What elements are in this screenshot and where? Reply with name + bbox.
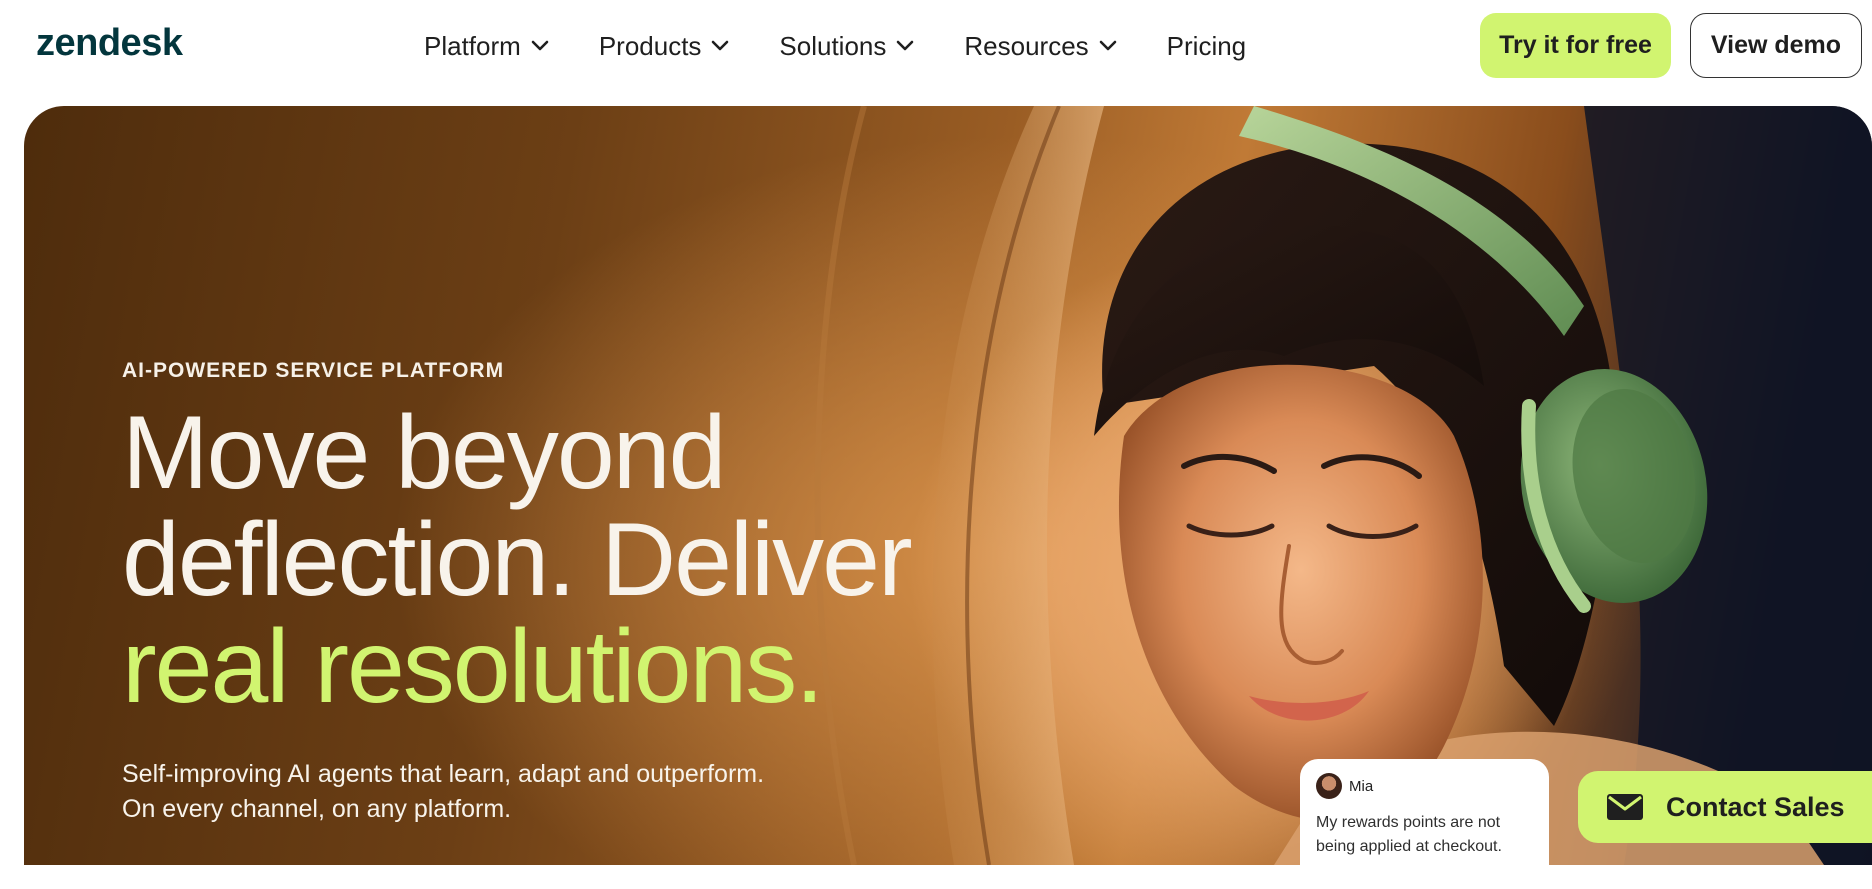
chat-message-line-2: being applied at checkout. <box>1316 838 1502 855</box>
headline-accent: real resolutions. <box>122 609 824 725</box>
nav-platform[interactable]: Platform <box>424 26 549 66</box>
zendesk-logo[interactable]: zendesk <box>36 20 183 66</box>
contact-sales-label: Contact Sales <box>1666 791 1845 822</box>
chevron-down-icon <box>531 40 549 51</box>
mail-icon <box>1607 794 1643 820</box>
nav-solutions-label: Solutions <box>779 31 887 61</box>
chat-message: My rewards points are not being applied … <box>1316 811 1533 859</box>
chat-preview-card: Mia My rewards points are not being appl… <box>1300 759 1549 889</box>
hero-headline: Move beyond deflection. Deliver real res… <box>122 400 1022 721</box>
nav-resources-label: Resources <box>964 31 1089 61</box>
subcopy-line-1: Self-improving AI agents that learn, ada… <box>122 760 765 788</box>
hero-subcopy: Self-improving AI agents that learn, ada… <box>122 757 1022 827</box>
chevron-down-icon <box>712 40 729 51</box>
view-demo-button[interactable]: View demo <box>1690 13 1862 78</box>
contact-sales-button[interactable]: Contact Sales <box>1578 771 1872 843</box>
main-nav: Platform Products Solutions Resources Pr… <box>424 26 1296 66</box>
nav-resources[interactable]: Resources <box>964 26 1116 66</box>
chat-header: Mia <box>1316 773 1533 799</box>
chat-message-line-1: My rewards points are not <box>1316 814 1501 831</box>
subcopy-line-2: On every channel, on any platform. <box>122 795 512 823</box>
hero-copy: AI-POWERED SERVICE PLATFORM Move beyond … <box>122 356 1022 827</box>
hero-banner: AI-POWERED SERVICE PLATFORM Move beyond … <box>24 106 1872 865</box>
chevron-down-icon <box>897 40 914 51</box>
nav-products-label: Products <box>598 31 702 61</box>
chat-user-name: Mia <box>1349 777 1374 795</box>
try-for-free-button[interactable]: Try it for free <box>1480 13 1671 78</box>
nav-pricing-label: Pricing <box>1166 31 1247 61</box>
hero-eyebrow: AI-POWERED SERVICE PLATFORM <box>122 359 505 382</box>
nav-products[interactable]: Products <box>599 26 730 66</box>
avatar <box>1316 773 1342 799</box>
chevron-down-icon <box>1099 40 1116 51</box>
headline-line-2: deflection. Deliver <box>122 502 913 618</box>
site-header: zendesk Platform Products Solutions Reso… <box>0 0 1872 106</box>
nav-pricing[interactable]: Pricing <box>1167 26 1246 66</box>
nav-solutions[interactable]: Solutions <box>779 26 914 66</box>
nav-platform-label: Platform <box>424 31 521 61</box>
headline-line-1: Move beyond <box>122 395 726 511</box>
